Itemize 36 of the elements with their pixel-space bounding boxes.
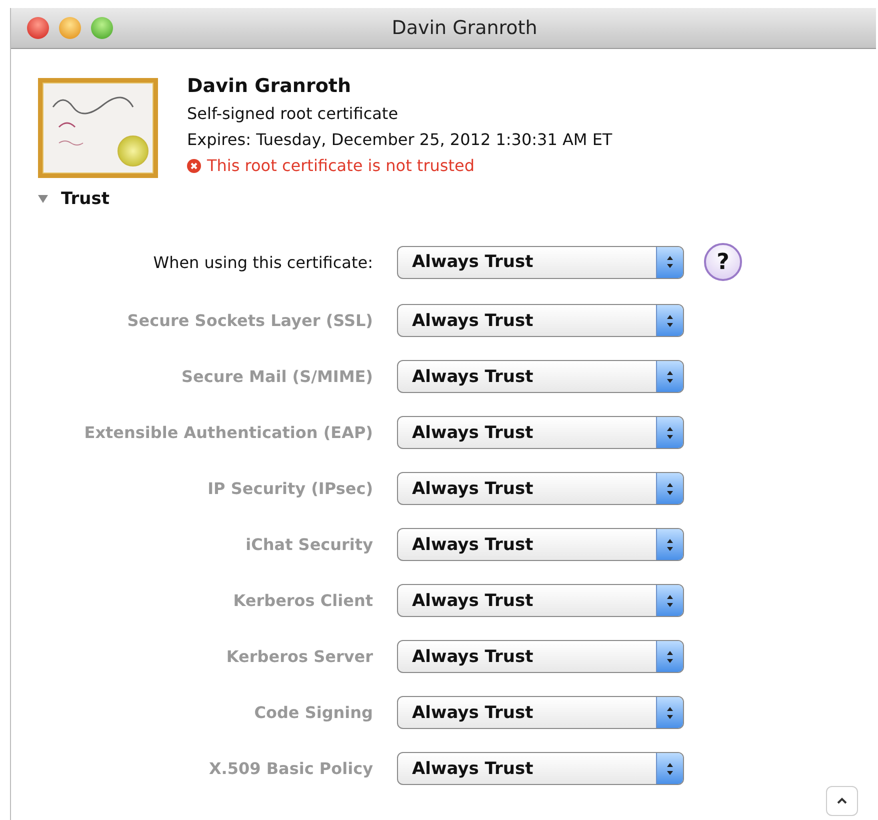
- window-title: Davin Granroth: [390, 17, 538, 39]
- certificate-icon: [37, 77, 159, 179]
- setting-label: X.509 Basic Policy: [208, 759, 373, 778]
- setting-label: Secure Sockets Layer (SSL): [126, 311, 373, 330]
- expiry-date: Expires: Tuesday, December 25, 2012 1:30:31 AM ET: [187, 130, 612, 149]
- setting-label: Extensible Authentication (EAP): [83, 423, 373, 442]
- stepper-icon: [656, 753, 683, 784]
- certificate-name: Davin Granroth: [187, 75, 352, 97]
- stepper-icon: [656, 305, 683, 336]
- stepper-icon: [656, 246, 683, 278]
- minimize-button[interactable]: [59, 17, 81, 39]
- setting-label: Kerberos Client: [232, 591, 373, 610]
- disclosure-triangle-icon: [37, 194, 49, 204]
- certificate-type: Self-signed root certificate: [187, 104, 400, 123]
- setting-label: Kerberos Server: [225, 647, 373, 666]
- zoom-button[interactable]: [91, 17, 113, 39]
- setting-label: Code Signing: [253, 703, 373, 722]
- stepper-icon: [656, 473, 683, 504]
- trust-popup[interactable]: Always Trust: [397, 246, 684, 278]
- collapse-button[interactable]: [826, 786, 858, 816]
- stepper-icon: [656, 585, 683, 616]
- error-icon: [187, 158, 201, 172]
- trust-disclosure[interactable]: Trust: [37, 189, 110, 209]
- stepper-icon: [656, 417, 683, 448]
- setting-label: iChat Security: [244, 535, 373, 554]
- stepper-icon: [656, 641, 683, 672]
- stepper-icon: [656, 697, 683, 728]
- close-button[interactable]: [27, 17, 49, 39]
- stepper-icon: [656, 361, 683, 392]
- setting-label: IP Security (IPsec): [206, 479, 373, 498]
- stepper-icon: [656, 529, 683, 560]
- trust-status: This root certificate is not trusted: [207, 156, 475, 175]
- help-button[interactable]: ?: [704, 243, 742, 281]
- setting-label: Secure Mail (S/MIME): [180, 367, 373, 386]
- chevron-up-icon: [836, 797, 848, 805]
- setting-label: When using this certificate:: [152, 252, 373, 272]
